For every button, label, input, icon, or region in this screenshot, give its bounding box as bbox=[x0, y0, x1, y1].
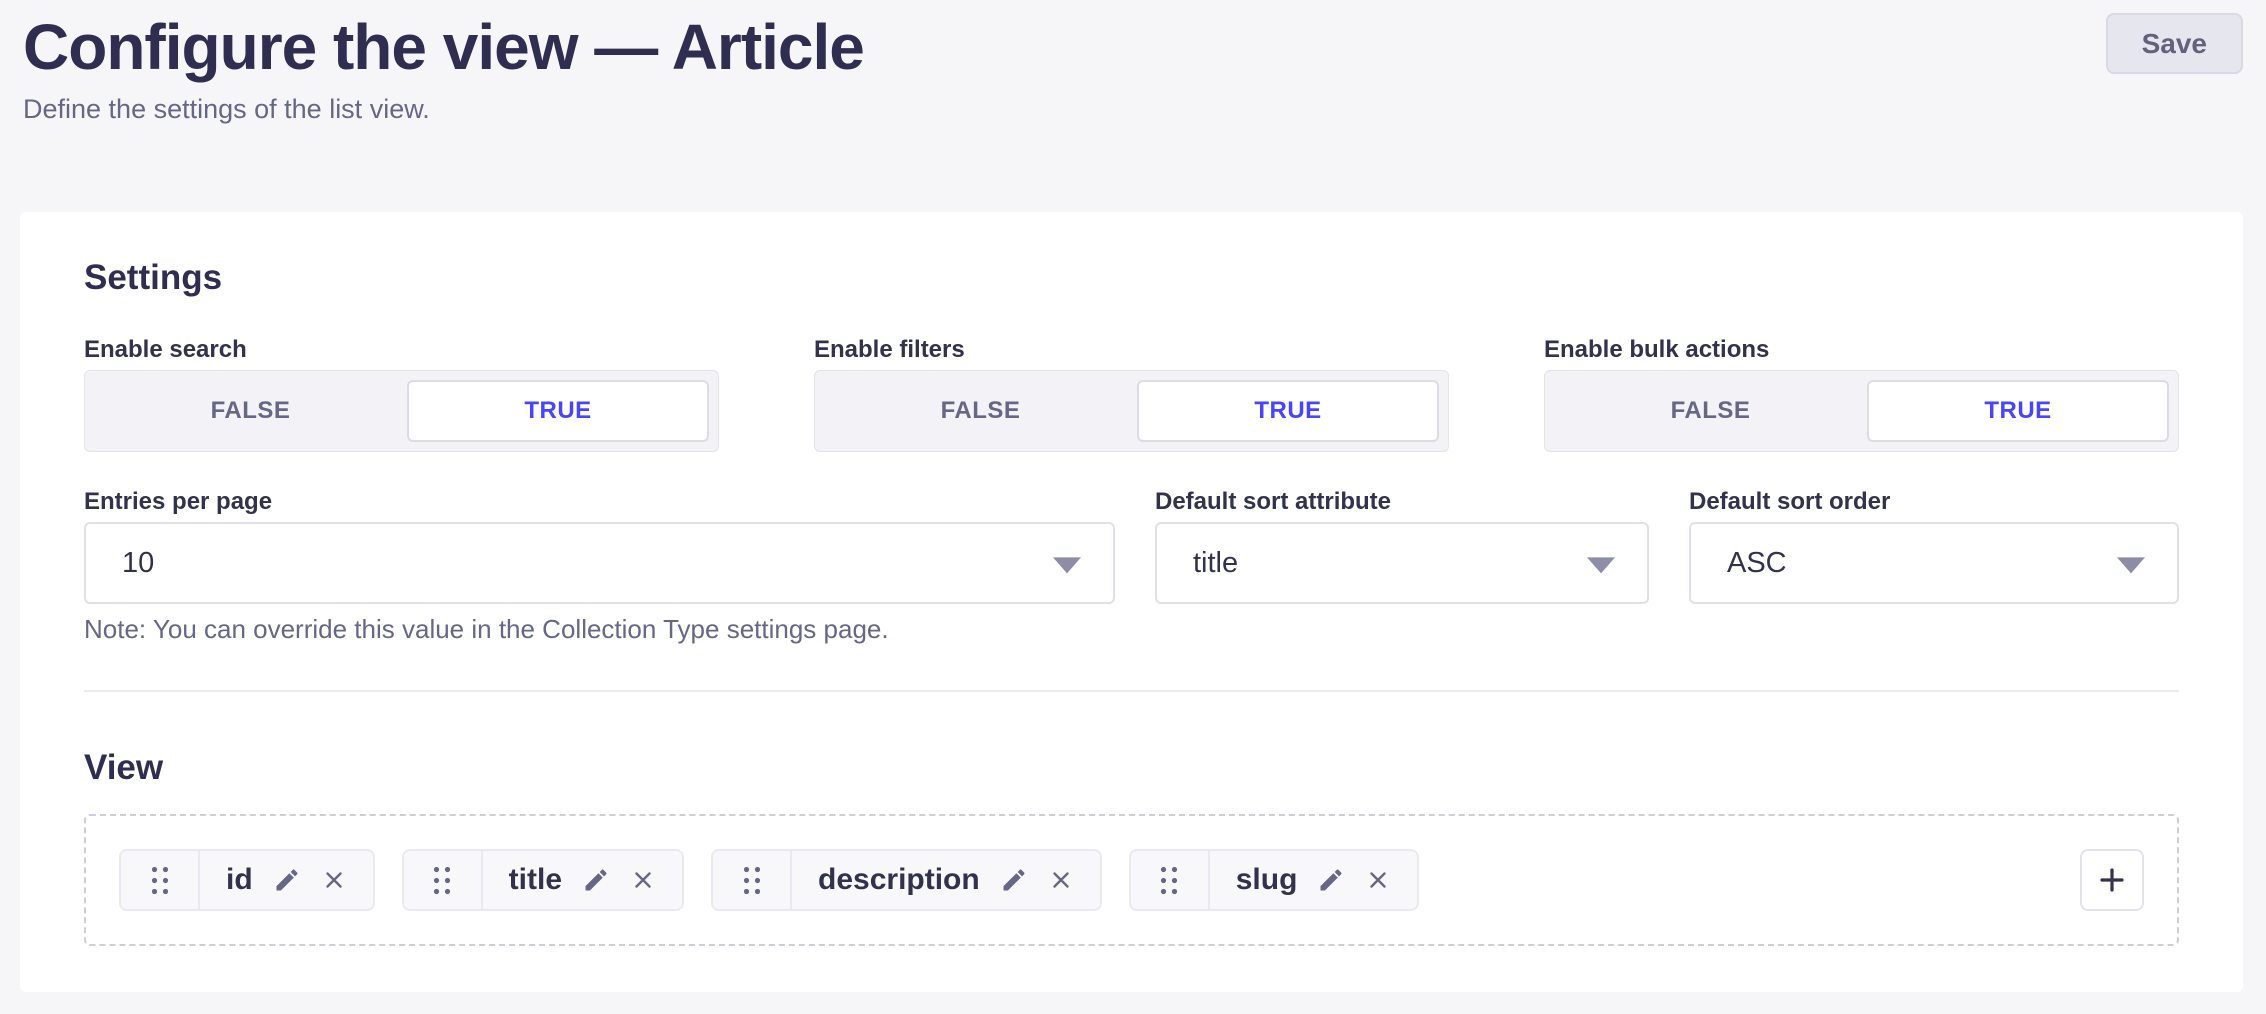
settings-card: Settings Enable search FALSE TRUE Enable… bbox=[20, 212, 2243, 992]
enable-search-label: Enable search bbox=[84, 336, 719, 364]
entries-per-page-note: Note: You can override this value in the… bbox=[84, 616, 1115, 642]
view-section-heading: View bbox=[84, 748, 2179, 788]
section-divider bbox=[84, 690, 2179, 692]
field-list-dropzone: id bbox=[84, 814, 2179, 946]
field-pill-body: id bbox=[200, 851, 373, 909]
entries-per-page-label: Entries per page bbox=[84, 488, 1115, 516]
field-pill-row: id bbox=[119, 849, 1419, 911]
field-pill-label: id bbox=[226, 863, 253, 897]
pencil-icon bbox=[582, 866, 610, 894]
enable-search-group: Enable search FALSE TRUE bbox=[84, 336, 719, 452]
page-header: Configure the view — Article Define the … bbox=[23, 0, 2243, 212]
enable-bulk-actions-label: Enable bulk actions bbox=[1544, 336, 2179, 364]
enable-filters-label: Enable filters bbox=[814, 336, 1449, 364]
enable-bulk-actions-true-option[interactable]: TRUE bbox=[1867, 380, 2169, 442]
close-icon bbox=[1048, 867, 1074, 893]
drag-handle-icon bbox=[1160, 866, 1178, 895]
edit-field-button[interactable] bbox=[1317, 866, 1345, 894]
field-pill-description[interactable]: description bbox=[711, 849, 1102, 911]
default-sort-order-select[interactable]: ASC bbox=[1689, 522, 2179, 604]
field-pill-body: slug bbox=[1210, 851, 1418, 909]
toggles-row: Enable search FALSE TRUE Enable filters … bbox=[84, 336, 2179, 452]
caret-down-icon bbox=[1587, 557, 1615, 573]
default-sort-attribute-select[interactable]: title bbox=[1155, 522, 1649, 604]
drag-handle-icon bbox=[151, 866, 169, 895]
plus-icon bbox=[2096, 864, 2128, 896]
enable-filters-true-option[interactable]: TRUE bbox=[1137, 380, 1439, 442]
edit-field-button[interactable] bbox=[273, 866, 301, 894]
save-button[interactable]: Save bbox=[2106, 13, 2243, 74]
pencil-icon bbox=[1000, 866, 1028, 894]
field-pill-body: description bbox=[792, 851, 1100, 909]
default-sort-order-value: ASC bbox=[1727, 547, 1787, 580]
drag-handle[interactable] bbox=[713, 851, 792, 909]
enable-bulk-actions-toggle: FALSE TRUE bbox=[1544, 370, 2179, 452]
close-icon bbox=[630, 867, 656, 893]
add-field-button[interactable] bbox=[2080, 849, 2144, 911]
enable-filters-toggle: FALSE TRUE bbox=[814, 370, 1449, 452]
field-pill-slug[interactable]: slug bbox=[1129, 849, 1420, 911]
drag-handle[interactable] bbox=[1131, 851, 1210, 909]
enable-search-true-option[interactable]: TRUE bbox=[407, 380, 709, 442]
enable-bulk-actions-false-option[interactable]: FALSE bbox=[1554, 380, 1867, 442]
entries-per-page-select[interactable]: 10 bbox=[84, 522, 1115, 604]
close-icon bbox=[321, 867, 347, 893]
enable-filters-group: Enable filters FALSE TRUE bbox=[814, 336, 1449, 452]
default-sort-attribute-label: Default sort attribute bbox=[1155, 488, 1649, 516]
drag-handle[interactable] bbox=[121, 851, 200, 909]
selects-row: Entries per page 10 Note: You can overri… bbox=[84, 488, 2179, 642]
page-subtitle: Define the settings of the list view. bbox=[23, 94, 2243, 125]
enable-bulk-actions-group: Enable bulk actions FALSE TRUE bbox=[1544, 336, 2179, 452]
field-pill-label: description bbox=[818, 863, 980, 897]
default-sort-attribute-group: Default sort attribute title bbox=[1155, 488, 1649, 604]
field-pill-label: title bbox=[509, 863, 562, 897]
configure-view-page: Configure the view — Article Define the … bbox=[0, 0, 2266, 1014]
settings-section-heading: Settings bbox=[84, 258, 2179, 298]
caret-down-icon bbox=[1053, 557, 1081, 573]
pencil-icon bbox=[273, 866, 301, 894]
drag-handle[interactable] bbox=[404, 851, 483, 909]
enable-search-toggle: FALSE TRUE bbox=[84, 370, 719, 452]
entries-per-page-group: Entries per page 10 Note: You can overri… bbox=[84, 488, 1115, 642]
close-icon bbox=[1365, 867, 1391, 893]
field-pill-body: title bbox=[483, 851, 682, 909]
remove-field-button[interactable] bbox=[1365, 867, 1391, 893]
default-sort-attribute-value: title bbox=[1193, 547, 1238, 580]
default-sort-order-group: Default sort order ASC bbox=[1689, 488, 2179, 604]
entries-per-page-value: 10 bbox=[122, 547, 154, 580]
remove-field-button[interactable] bbox=[630, 867, 656, 893]
caret-down-icon bbox=[2117, 557, 2145, 573]
remove-field-button[interactable] bbox=[1048, 867, 1074, 893]
field-pill-title[interactable]: title bbox=[402, 849, 684, 911]
drag-handle-icon bbox=[743, 866, 761, 895]
field-pill-label: slug bbox=[1236, 863, 1298, 897]
drag-handle-icon bbox=[433, 866, 451, 895]
enable-filters-false-option[interactable]: FALSE bbox=[824, 380, 1137, 442]
pencil-icon bbox=[1317, 866, 1345, 894]
remove-field-button[interactable] bbox=[321, 867, 347, 893]
page-title: Configure the view — Article bbox=[23, 12, 2243, 84]
edit-field-button[interactable] bbox=[1000, 866, 1028, 894]
edit-field-button[interactable] bbox=[582, 866, 610, 894]
field-pill-id[interactable]: id bbox=[119, 849, 375, 911]
enable-search-false-option[interactable]: FALSE bbox=[94, 380, 407, 442]
default-sort-order-label: Default sort order bbox=[1689, 488, 2179, 516]
